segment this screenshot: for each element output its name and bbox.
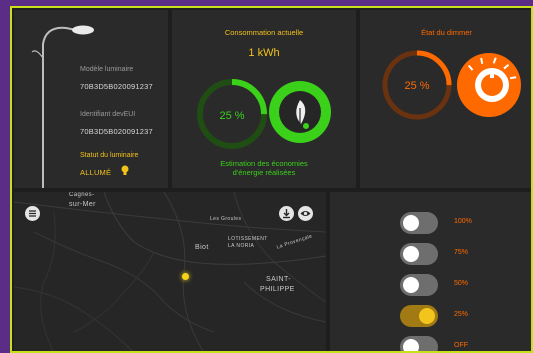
dimmer-option-row: 25% — [330, 305, 531, 327]
toggle-knob — [419, 308, 435, 324]
dimmer-option-label: 75% — [454, 249, 469, 256]
toggle-knob — [403, 215, 419, 231]
dimmer-option-label: 25% — [454, 311, 469, 318]
toggle-knob — [403, 246, 419, 262]
savings-caption-1: Estimation des économies — [220, 159, 308, 168]
map-label-philippe: PHILIPPE — [260, 286, 295, 293]
menu-icon[interactable] — [25, 206, 40, 221]
map-label-la-noria: LA NORIA — [228, 243, 255, 249]
consumption-panel: Consommation actuelle 1 kWh 25 % Estimat… — [172, 10, 356, 188]
dimmer-toggle-switch[interactable] — [400, 212, 438, 234]
dimmer-controls-panel: 100% 75% 50% 25% OFF — [330, 192, 531, 351]
map-label-les-groules: Les Groules — [210, 216, 242, 222]
dimmer-toggle-switch[interactable] — [400, 274, 438, 296]
dimmer-state-panel: État du dimmer 25 % — [360, 10, 531, 188]
savings-caption-2: d'énergie réalisées — [232, 168, 296, 177]
map-label-sur-mer: sur-Mer — [69, 201, 96, 208]
map-label-biot: Biot — [195, 244, 209, 251]
eco-leaf-icon — [269, 81, 331, 143]
dimmer-toggle-switch[interactable] — [400, 336, 438, 351]
status-value: ALLUMÉ — [80, 168, 112, 177]
map-label-cagnes: Cagnes- — [69, 192, 95, 198]
status-label: Statut du luminaire — [80, 152, 139, 159]
luminaire-marker[interactable] — [182, 273, 189, 280]
deveui-label: Identifiant devEUI — [80, 111, 136, 118]
dimmer-option-row: 100% — [330, 212, 531, 234]
dimmer-option-label: OFF — [454, 342, 468, 349]
dashboard: Modèle luminaire 70B3D5B020091237 Identi… — [10, 6, 533, 353]
dimmer-percent: 25 % — [404, 80, 430, 92]
dimmer-option-row: 50% — [330, 274, 531, 296]
dimmer-toggle-switch[interactable] — [400, 305, 438, 327]
consumption-value: 1 kWh — [248, 47, 280, 59]
toggle-knob — [403, 339, 419, 351]
eye-icon[interactable] — [298, 206, 313, 221]
consumption-title: Consommation actuelle — [224, 28, 304, 37]
dimmer-option-row: 75% — [330, 243, 531, 265]
dimmer-toggle-switch[interactable] — [400, 243, 438, 265]
consumption-percent: 25 % — [219, 110, 245, 122]
toggle-knob — [403, 277, 419, 293]
map-label-saint: SAINT- — [266, 276, 291, 283]
dimmer-option-row: OFF — [330, 336, 531, 351]
dimmer-option-label: 50% — [454, 280, 469, 287]
map-label-lotissement: LOTISSEMENT — [228, 236, 268, 242]
model-label: Modèle luminaire — [80, 66, 134, 73]
street-lamp-icon — [31, 25, 94, 188]
dimmer-title: État du dimmer — [421, 28, 472, 37]
dimmer-knob-icon — [457, 53, 521, 117]
dimmer-option-label: 100% — [454, 218, 472, 225]
map-view[interactable]: Cagnes- sur-Mer Les Groules Biot LOTISSE… — [14, 192, 326, 351]
luminaire-info-panel: Modèle luminaire 70B3D5B020091237 Identi… — [14, 10, 168, 188]
model-value: 70B3D5B020091237 — [80, 82, 153, 91]
deveui-value: 70B3D5B020091237 — [80, 127, 153, 136]
lightbulb-icon — [121, 165, 129, 175]
download-icon[interactable] — [279, 206, 294, 221]
